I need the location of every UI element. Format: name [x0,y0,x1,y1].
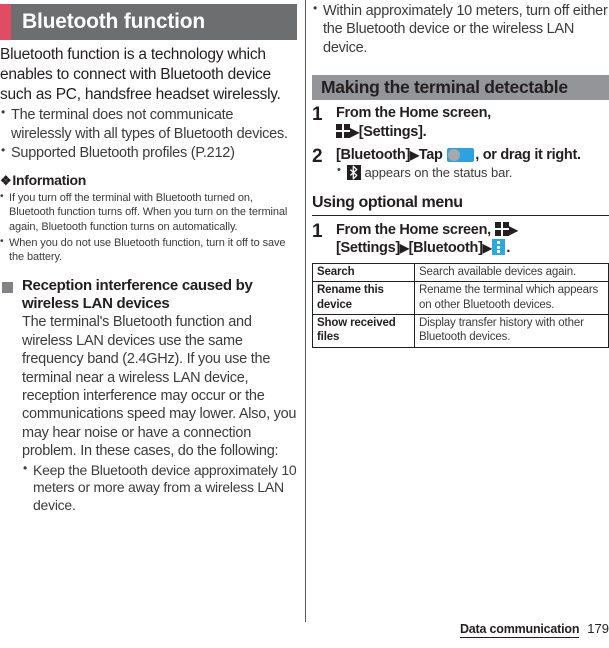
intro-bullet-list: The terminal does not communicate wirele… [0,105,297,162]
step-note-text: appears on the status bar. [361,165,513,181]
step-number: 1 [312,220,323,242]
information-heading-label: Information [12,171,87,188]
arrow-icon: ▶ [399,241,409,256]
table-row: Show received files Display transfer his… [312,313,609,348]
column-divider [305,0,306,622]
continued-bullet-list: Within approximately 10 meters, turn off… [312,1,609,57]
step-text: From the Home screen, [336,221,495,238]
chapter-header: Bluetooth function [0,4,297,40]
optional-menu-step-1: 1 From the Home screen, ▶ [Settings]▶[Bl… [312,221,609,258]
step-text: [Bluetooth] [336,147,411,164]
bluetooth-status-icon [347,165,361,181]
step-text-mid: Tap [418,147,447,164]
optional-menu-heading: Using optional menu [312,194,609,216]
square-marker-icon [2,281,13,293]
diamond-flower-icon: ❖ [0,172,12,188]
intro-paragraph: Bluetooth function is a technology which… [0,46,281,104]
step-content: From the Home screen, ▶[Settings]. [336,104,609,141]
step-content: [Bluetooth]▶Tap , or drag it right. appe… [336,146,609,182]
arrow-icon: ▶ [482,241,492,256]
step-text-2: [Settings] [336,240,400,257]
arrow-icon: ▶ [350,124,359,139]
list-item: The terminal does not communicate wirele… [0,105,297,143]
right-column: Within approximately 10 meters, turn off… [312,0,609,348]
step-text: From the Home screen, [336,105,491,122]
step-number: 2 [312,146,323,168]
page-title: Bluetooth function [22,10,206,33]
step-number: 1 [312,104,323,126]
subsection-wireless-lan: Reception interference caused by wireles… [0,277,297,515]
chapter-accent-bar [0,4,11,40]
page-footer: Data communication 179 [459,621,609,638]
subsection-bullet-list: Keep the Bluetooth device approximately … [22,461,297,515]
left-column: Bluetooth function Bluetooth function is… [0,0,297,515]
step-content: From the Home screen, ▶ [Settings]▶[Blue… [336,221,609,258]
step-text-4: . [506,240,511,257]
subsection-heading: Reception interference caused by wireles… [22,276,253,313]
section-banner-label: Making the terminal detectable [321,77,568,98]
list-item: When you do not use Bluetooth function, … [0,235,297,265]
information-note-list: If you turn off the terminal with Blueto… [0,190,297,265]
list-item: Within approximately 10 meters, turn off… [312,1,609,57]
list-item: Supported Bluetooth profiles (P.212) [0,143,297,162]
footer-chapter-name: Data communication [459,622,580,638]
table-cell-description: Rename the terminal which appears on oth… [414,281,609,315]
chapter-title-bar: Bluetooth function [11,4,297,40]
subsection-body: The terminal's Bluetooth function and wi… [22,314,297,460]
information-heading: ❖Information [0,172,297,189]
manual-page: Bluetooth function Bluetooth function is… [0,0,609,648]
list-item: If you turn off the terminal with Blueto… [0,190,297,235]
overflow-menu-icon [492,239,506,256]
app-grid-icon [494,221,509,236]
optional-menu-table: Search Search available devices again. R… [312,262,609,348]
step-text-end: [Settings]. [358,123,427,140]
step-1: 1 From the Home screen, ▶[Settings]. [312,104,609,141]
app-grid-icon [336,123,350,138]
arrow-icon: ▶ [508,222,518,237]
step-text-3: [Bluetooth] [408,240,483,257]
table-cell-label: Search [312,262,415,283]
section-banner: Making the terminal detectable [312,75,609,101]
footer-page-number: 179 [587,621,609,636]
table-cell-label: Rename this device [312,281,415,315]
table-cell-description: Search available devices again. [414,262,609,283]
step-note: appears on the status bar. [336,164,609,182]
table-row: Search Search available devices again. [312,262,609,283]
arrow-icon: ▶ [410,148,419,163]
list-item: Keep the Bluetooth device approximately … [22,461,297,515]
table-cell-description: Display transfer history with other Blue… [414,313,609,348]
table-cell-label: Show received files [312,313,415,348]
step-2: 2 [Bluetooth]▶Tap , or drag it right. ap… [312,146,609,182]
table-row: Rename this device Rename the terminal w… [312,281,609,315]
toggle-switch-icon [447,148,475,163]
step-text-end: , or drag it right. [475,147,581,164]
